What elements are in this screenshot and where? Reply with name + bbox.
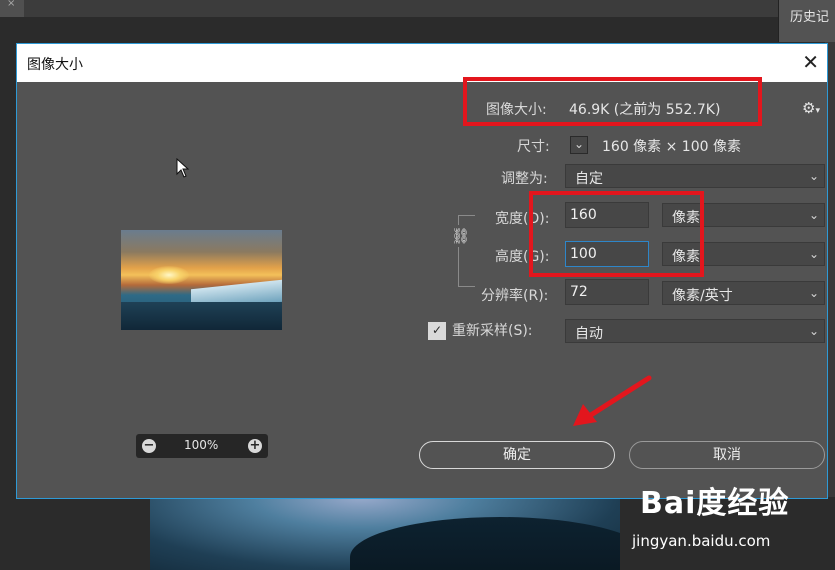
annotation-arrow-icon bbox=[573, 375, 652, 426]
chevron-down-icon: ⌄ bbox=[808, 169, 819, 183]
chevron-down-icon: ⌄ bbox=[808, 286, 819, 300]
watermark-site: jingyan.baidu.com bbox=[632, 532, 771, 550]
chevron-down-icon: ⌄ bbox=[808, 324, 819, 338]
watermark-brand: Bai度经验 bbox=[640, 486, 790, 521]
chevron-down-icon: ⌄ bbox=[808, 247, 819, 261]
history-panel-label: 历史记 bbox=[790, 10, 830, 25]
resolution-label: 分辨率(R): bbox=[481, 288, 549, 304]
watermark: Bai度经验 jingyan.baidu.com bbox=[632, 478, 790, 550]
resample-select[interactable]: 自动 ⌄ bbox=[565, 319, 825, 343]
zoom-out-icon[interactable]: − bbox=[142, 439, 156, 453]
document-tab-close[interactable]: × bbox=[0, 0, 24, 17]
resolution-input[interactable] bbox=[566, 280, 648, 304]
resolution-unit-select[interactable]: 像素/英寸 ⌄ bbox=[662, 281, 825, 305]
cancel-button[interactable]: 取消 bbox=[629, 441, 825, 469]
fit-to-label: 调整为: bbox=[501, 171, 548, 187]
resolution-unit: 像素/英寸 bbox=[672, 288, 733, 304]
checkmark-icon: ✓ bbox=[431, 323, 443, 337]
chevron-down-icon: ⌄ bbox=[573, 137, 585, 151]
history-panel-tab[interactable]: 历史记 bbox=[778, 0, 835, 42]
image-preview[interactable] bbox=[121, 230, 282, 330]
chevron-down-icon: ⌄ bbox=[808, 208, 819, 222]
canvas-image bbox=[150, 497, 620, 570]
mouse-cursor-icon bbox=[176, 158, 190, 178]
dimensions-dropdown[interactable]: ⌄ bbox=[570, 136, 588, 154]
highlight-image-size bbox=[463, 77, 762, 126]
resample-checkbox[interactable]: ✓ bbox=[428, 322, 446, 340]
resample-label: 重新采样(S): bbox=[452, 323, 533, 339]
link-icon[interactable]: ⛓ bbox=[451, 225, 470, 247]
resample-selected: 自动 bbox=[575, 326, 603, 342]
zoom-value: 100% bbox=[184, 438, 219, 452]
ok-button[interactable]: 确定 bbox=[419, 441, 615, 469]
zoom-control: − 100% + bbox=[136, 434, 268, 458]
highlight-width-height bbox=[529, 191, 704, 277]
app-top-strip: × bbox=[0, 0, 835, 17]
close-icon[interactable]: × bbox=[7, 0, 15, 9]
fit-to-selected: 自定 bbox=[575, 171, 603, 187]
close-icon[interactable]: ✕ bbox=[802, 50, 819, 74]
dialog-title: 图像大小 bbox=[27, 57, 83, 73]
dimensions-value: 160 像素 × 100 像素 bbox=[602, 139, 741, 155]
zoom-in-icon[interactable]: + bbox=[248, 439, 262, 453]
resolution-field[interactable] bbox=[565, 279, 649, 305]
gear-icon[interactable]: ⚙▾ bbox=[802, 99, 820, 117]
dimensions-label: 尺寸: bbox=[517, 139, 550, 155]
fit-to-select[interactable]: 自定 ⌄ bbox=[565, 164, 825, 188]
